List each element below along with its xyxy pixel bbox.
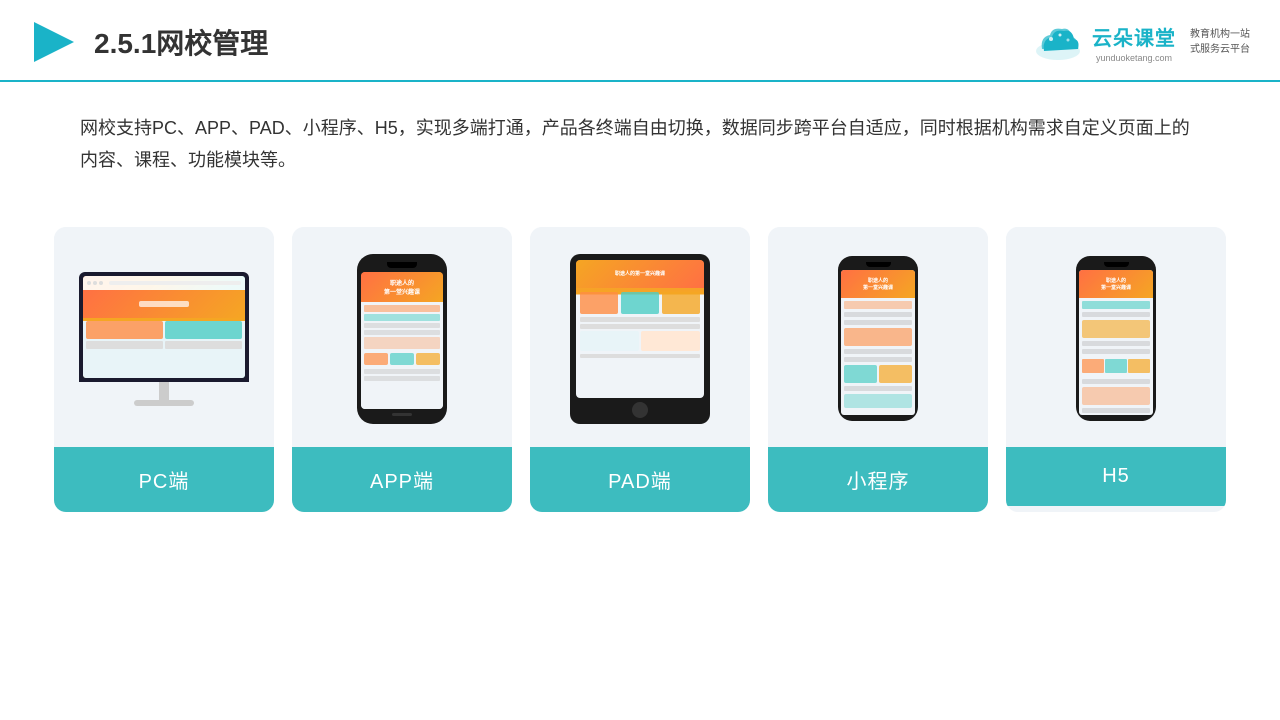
- card-miniprogram-label: 小程序: [768, 447, 988, 512]
- app-phone-mockup: 职途人的第一堂兴趣课: [357, 254, 447, 424]
- logo-tagline: 教育机构一站 式服务云平台: [1190, 27, 1250, 57]
- header-left: 2.5.1网校管理: [30, 18, 268, 66]
- cloud-icon: [1032, 23, 1084, 61]
- card-pad: 职途人的第一堂兴趣课: [530, 227, 750, 512]
- card-app-image: 职途人的第一堂兴趣课: [292, 227, 512, 447]
- play-icon: [30, 18, 78, 66]
- logo-name: 云朵课堂: [1092, 22, 1176, 51]
- pc-monitor-mockup: [79, 272, 249, 406]
- card-pc: PC端: [54, 227, 274, 512]
- h5-phone-mockup: 职途人的第一堂兴趣课: [1076, 256, 1156, 421]
- card-pc-label: PC端: [54, 447, 274, 512]
- logo-text-area: 云朵课堂 yunduoketang.com: [1092, 22, 1176, 63]
- card-h5-label: H5: [1006, 447, 1226, 506]
- pad-tablet-mockup: 职途人的第一堂兴趣课: [570, 254, 710, 424]
- description-text: 网校支持PC、APP、PAD、小程序、H5，实现多端打通，产品各终端自由切换，数…: [0, 82, 1280, 197]
- card-pc-image: [54, 227, 274, 447]
- card-h5: 职途人的第一堂兴趣课: [1006, 227, 1226, 512]
- card-app-label: APP端: [292, 447, 512, 512]
- logo-area: 云朵课堂 yunduoketang.com 教育机构一站 式服务云平台: [1032, 22, 1250, 63]
- card-pad-label: PAD端: [530, 447, 750, 512]
- card-h5-image: 职途人的第一堂兴趣课: [1006, 227, 1226, 447]
- card-pad-image: 职途人的第一堂兴趣课: [530, 227, 750, 447]
- page-title: 2.5.1网校管理: [94, 22, 268, 62]
- card-miniprogram-image: 职途人的第一堂兴趣课: [768, 227, 988, 447]
- card-app: 职途人的第一堂兴趣课: [292, 227, 512, 512]
- header: 2.5.1网校管理 云朵课堂 yunduoketang.com 教育机构一站 式…: [0, 0, 1280, 82]
- cards-section: PC端 职途人的第一堂兴趣课: [0, 207, 1280, 542]
- logo-url: yunduoketang.com: [1096, 53, 1172, 63]
- description-content: 网校支持PC、APP、PAD、小程序、H5，实现多端打通，产品各终端自由切换，数…: [80, 118, 1190, 170]
- card-miniprogram: 职途人的第一堂兴趣课: [768, 227, 988, 512]
- miniprogram-phone-mockup: 职途人的第一堂兴趣课: [838, 256, 918, 421]
